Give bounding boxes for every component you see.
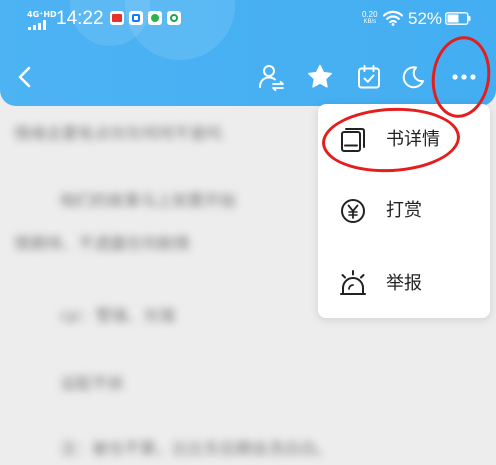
reader-header: 4G⁺HD 14:22 0.20 KB/s 52% xyxy=(0,0,496,106)
author-switch-icon xyxy=(259,65,284,92)
battery-percent: 52% xyxy=(408,9,443,28)
calendar-check-icon xyxy=(358,65,380,89)
moon-icon xyxy=(402,66,424,89)
menu-label: 打赏 xyxy=(386,200,422,221)
menu-label: 举报 xyxy=(386,273,422,294)
status-bar: 4G⁺HD 14:22 0.20 KB/s 52% xyxy=(0,0,496,38)
net-speed: 0.20 KB/s xyxy=(362,10,378,26)
content-line: 情期待、不透露任何剧情 xyxy=(14,234,191,253)
wifi-icon xyxy=(383,10,403,26)
more-dots-icon xyxy=(452,74,476,80)
content-line: 咱们的故事马上就要开始 xyxy=(60,191,237,210)
content-line: 注：被也不算，比比东后期会洗白白。 xyxy=(60,439,333,458)
more-menu: 书详情 打赏 举报 xyxy=(318,104,490,318)
report-alarm-icon xyxy=(338,269,368,299)
yen-coin-icon xyxy=(338,196,368,226)
back-button[interactable] xyxy=(10,62,40,92)
menu-item-report[interactable]: 举报 xyxy=(318,256,490,312)
net-speed-value: 0.20 xyxy=(362,10,378,19)
night-mode-button[interactable] xyxy=(398,62,428,92)
content-line: 设配不拆 xyxy=(60,374,125,393)
more-button[interactable] xyxy=(449,62,479,92)
back-icon xyxy=(18,66,31,88)
star-icon xyxy=(308,64,332,88)
content-line: cp：雪瑞、光瑞 xyxy=(60,306,175,325)
menu-label: 书详情 xyxy=(386,129,440,150)
book-detail-icon xyxy=(338,125,368,155)
net-speed-unit: KB/s xyxy=(363,19,377,25)
wechat-app-icon xyxy=(148,11,162,25)
checkin-button[interactable] xyxy=(354,62,384,92)
network-type: 4G⁺HD xyxy=(27,10,57,19)
battery-icon xyxy=(445,12,471,25)
author-switch-button[interactable] xyxy=(256,62,286,92)
menu-item-reward[interactable]: 打赏 xyxy=(318,183,490,239)
content-line: 情缘总要有点坎坎坷坷不是吗 xyxy=(14,124,223,143)
utility-app-icon xyxy=(167,11,181,25)
signal-strength-icon xyxy=(28,20,46,30)
alipay-icon xyxy=(129,11,143,25)
status-time: 14:22 xyxy=(56,8,104,29)
news-app-icon xyxy=(110,11,124,25)
favorite-button[interactable] xyxy=(305,62,335,92)
menu-item-book-detail[interactable]: 书详情 xyxy=(318,112,490,168)
